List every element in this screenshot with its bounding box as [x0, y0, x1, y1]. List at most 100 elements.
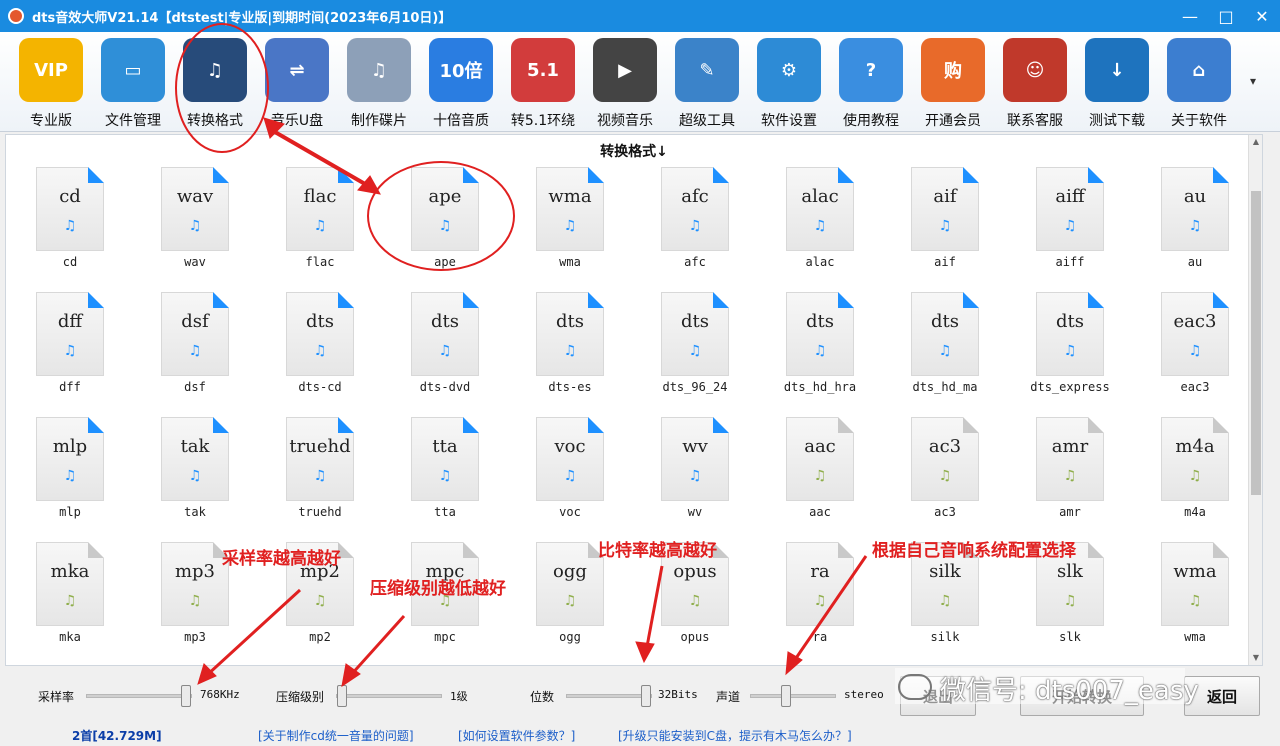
audio-file-icon: dts ♫: [1036, 292, 1104, 376]
format-item[interactable]: wma ♫ wma: [1146, 542, 1256, 662]
format-item[interactable]: afc ♫ afc: [646, 167, 756, 287]
annotation-compression: 压缩级别越低越好: [370, 579, 506, 599]
minimize-button[interactable]: —: [1172, 0, 1208, 32]
bit-depth-knob[interactable]: [641, 685, 651, 707]
format-item[interactable]: dts ♫ dts_96_24: [646, 292, 756, 412]
format-item[interactable]: tak ♫ tak: [146, 417, 256, 537]
channel-knob[interactable]: [781, 685, 791, 707]
toolbar-label: 视频音乐: [597, 113, 653, 129]
format-item[interactable]: dts ♫ dts_hd_ma: [896, 292, 1006, 412]
compression-knob[interactable]: [337, 685, 347, 707]
toolbar-button-13[interactable]: ↓ 测试下载: [1076, 32, 1158, 132]
toolbar-button-14[interactable]: ⌂ 关于软件: [1158, 32, 1240, 132]
format-item[interactable]: dts ♫ dts-cd: [271, 292, 381, 412]
wechat-logo-icon: [898, 674, 932, 700]
toolbar-button-6[interactable]: 5.1 转5.1环绕: [502, 32, 584, 132]
close-button[interactable]: ✕: [1244, 0, 1280, 32]
channel-slider[interactable]: [750, 685, 836, 707]
format-item[interactable]: aif ♫ aif: [896, 167, 1006, 287]
audio-file-icon: mlp ♫: [36, 417, 104, 501]
settings-help-link[interactable]: [如何设置软件参数？]: [458, 727, 575, 744]
headphones-10x-icon: 10倍: [429, 38, 493, 102]
format-item[interactable]: dts ♫ dts-dvd: [396, 292, 506, 412]
format-caption: ra: [812, 630, 828, 644]
format-item[interactable]: au ♫ au: [1146, 167, 1256, 287]
format-item[interactable]: mpc ♫ mpc: [396, 542, 506, 662]
scroll-down-icon[interactable]: ▼: [1249, 651, 1263, 665]
toolbar-button-12[interactable]: ☺ 联系客服: [994, 32, 1076, 132]
format-item[interactable]: aac ♫ aac: [771, 417, 881, 537]
vertical-scrollbar[interactable]: ▲ ▼: [1248, 135, 1262, 665]
format-extension: mp3: [174, 561, 216, 582]
format-item[interactable]: mlp ♫ mlp: [21, 417, 131, 537]
toolbar-label: 文件管理: [105, 113, 161, 129]
toolbar-button-5[interactable]: 10倍 十倍音质: [420, 32, 502, 132]
bit-depth-slider[interactable]: [566, 685, 652, 707]
format-item[interactable]: mka ♫ mka: [21, 542, 131, 662]
toolbar-button-11[interactable]: 购开通会员: [912, 32, 994, 132]
format-item[interactable]: dts ♫ dts-es: [521, 292, 631, 412]
format-extension: ogg: [553, 561, 587, 582]
format-item[interactable]: ape ♫ ape: [396, 167, 506, 287]
format-item[interactable]: alac ♫ alac: [771, 167, 881, 287]
toolbar-button-7[interactable]: ▶ 视频音乐: [584, 32, 666, 132]
format-caption: afc: [684, 255, 706, 269]
format-item[interactable]: wv ♫ wv: [646, 417, 756, 537]
music-note-icon: ♫: [563, 218, 577, 234]
audio-file-icon: alac ♫: [786, 167, 854, 251]
music-note-icon: ♫: [188, 468, 202, 484]
toolbar-button-3[interactable]: ⇌ 音乐U盘: [256, 32, 338, 132]
format-item[interactable]: cd ♫ cd: [21, 167, 131, 287]
toolbar-button-9[interactable]: ⚙ 软件设置: [748, 32, 830, 132]
format-item[interactable]: wma ♫ wma: [521, 167, 631, 287]
format-item[interactable]: dts ♫ dts_express: [1021, 292, 1131, 412]
format-item[interactable]: dsf ♫ dsf: [146, 292, 256, 412]
format-item[interactable]: eac3 ♫ eac3: [1146, 292, 1256, 412]
toolbar-button-0[interactable]: VIP 专业版: [10, 32, 92, 132]
audio-file-icon: ape ♫: [411, 167, 479, 251]
format-item[interactable]: voc ♫ voc: [521, 417, 631, 537]
music-note-icon: ♫: [688, 218, 702, 234]
format-caption: mpc: [434, 630, 456, 644]
format-item[interactable]: truehd ♫ truehd: [271, 417, 381, 537]
format-item[interactable]: aiff ♫ aiff: [1021, 167, 1131, 287]
music-note-icon: ♫: [938, 468, 952, 484]
audio-file-icon: dts ♫: [786, 292, 854, 376]
compression-slider[interactable]: [336, 685, 442, 707]
toolbar-label: 关于软件: [1171, 113, 1227, 129]
music-note-icon: ♫: [938, 343, 952, 359]
format-item[interactable]: dts ♫ dts_hd_hra: [771, 292, 881, 412]
toolbar-button-8[interactable]: ✎ 超级工具: [666, 32, 748, 132]
scroll-up-icon[interactable]: ▲: [1249, 135, 1263, 149]
format-item[interactable]: amr ♫ amr: [1021, 417, 1131, 537]
format-extension: opus: [673, 561, 717, 582]
audio-file-icon: dsf ♫: [161, 292, 229, 376]
format-extension: wma: [1173, 561, 1217, 582]
cd-volume-link[interactable]: [关于制作cd统一音量的问题]: [258, 727, 414, 744]
scroll-thumb[interactable]: [1251, 191, 1261, 495]
format-item[interactable]: ac3 ♫ ac3: [896, 417, 1006, 537]
sample-rate-slider[interactable]: [86, 685, 192, 707]
format-item[interactable]: dff ♫ dff: [21, 292, 131, 412]
window-title: dts音效大师V21.14【dtstest|专业版|到期时间(2023年6月10…: [32, 10, 452, 26]
format-extension: dts: [556, 311, 584, 332]
toolbar-button-4[interactable]: ♫ 制作碟片: [338, 32, 420, 132]
toolbar-button-2[interactable]: ♫ 转换格式: [174, 32, 256, 132]
music-note-icon: ♫: [1188, 593, 1202, 609]
format-item[interactable]: ra ♫ ra: [771, 542, 881, 662]
format-caption: aac: [809, 505, 831, 519]
music-note-icon: ♫: [563, 343, 577, 359]
format-item[interactable]: flac ♫ flac: [271, 167, 381, 287]
toolbar-button-1[interactable]: ▭ 文件管理: [92, 32, 174, 132]
toolbar-button-10[interactable]: ? 使用教程: [830, 32, 912, 132]
trojan-warning-link[interactable]: [升级只能安装到C盘，提示有木马怎么办？]: [618, 727, 852, 744]
toolbar-more-icon[interactable]: ▾: [1250, 74, 1256, 88]
format-item[interactable]: wav ♫ wav: [146, 167, 256, 287]
format-item[interactable]: m4a ♫ m4a: [1146, 417, 1256, 537]
format-item[interactable]: tta ♫ tta: [396, 417, 506, 537]
maximize-button[interactable]: □: [1208, 0, 1244, 32]
sample-rate-knob[interactable]: [181, 685, 191, 707]
format-extension: dsf: [181, 311, 209, 332]
toolbar-label: 测试下载: [1089, 113, 1145, 129]
format-caption: alac: [805, 255, 835, 269]
